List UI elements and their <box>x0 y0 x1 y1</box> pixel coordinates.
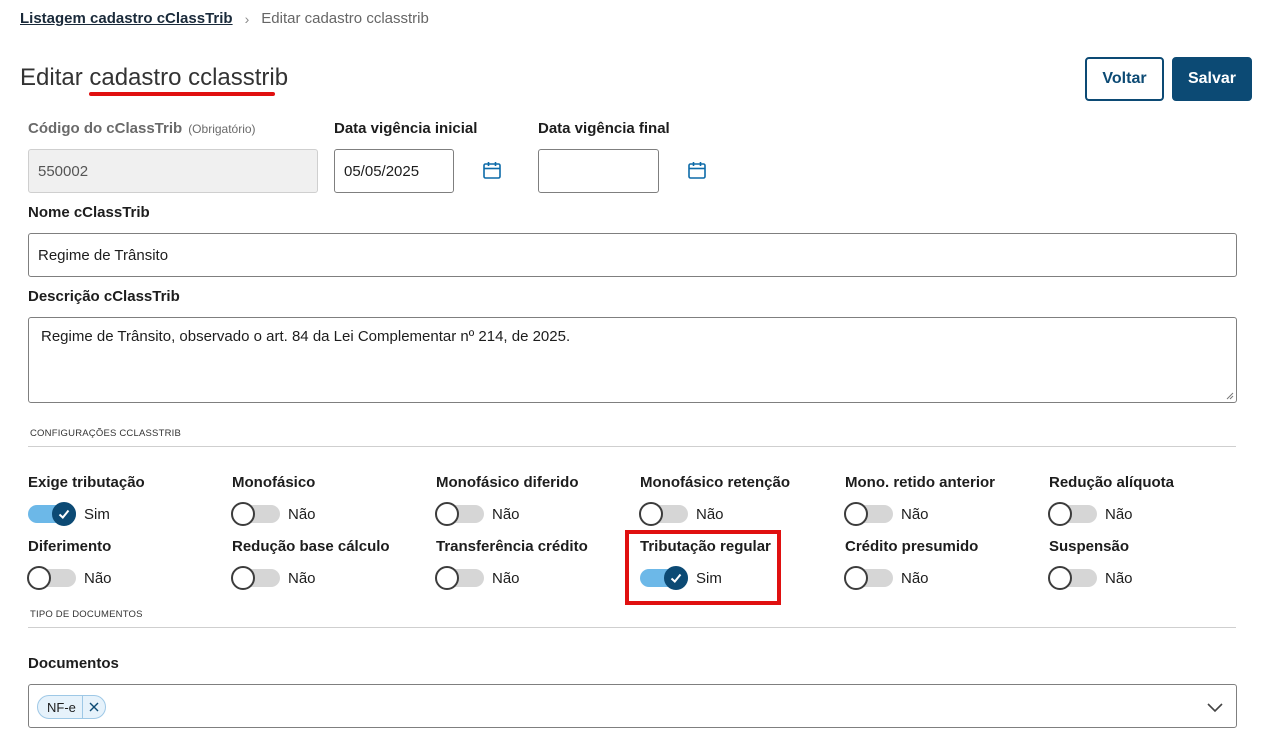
toggle-monofasico-retencao[interactable]: Não <box>639 502 724 526</box>
config-section-title: CONFIGURAÇÕES CCLASSTRIB <box>30 428 182 439</box>
back-button[interactable]: Voltar <box>1085 57 1164 101</box>
toggle-reducao-aliquota[interactable]: Não <box>1048 502 1133 526</box>
descricao-text: Regime de Trânsito, observado o art. 84 … <box>41 328 571 345</box>
chevron-right-icon: › <box>244 10 250 27</box>
descricao-label: Descrição cClassTrib <box>28 288 180 305</box>
config-divider <box>28 446 1236 447</box>
vigencia-inicial-field[interactable]: 05/05/2025 <box>334 149 454 193</box>
toggle-reducao-base-calculo[interactable]: Não <box>231 566 316 590</box>
toggle-knob <box>27 566 51 590</box>
toggle-mono-retido-anterior[interactable]: Não <box>844 502 929 526</box>
toggle-exige-tributacao[interactable]: Sim <box>28 502 110 526</box>
toggle-knob <box>435 566 459 590</box>
calendar-icon[interactable] <box>687 160 707 180</box>
breadcrumb: Listagem cadastro cClassTrib › Editar ca… <box>20 10 429 27</box>
toggle-track <box>231 566 280 590</box>
close-icon[interactable] <box>83 696 105 718</box>
toggle-track <box>1048 566 1097 590</box>
toggle-label-monofasico: Monofásico <box>232 474 316 491</box>
document-chip: NF-e <box>37 695 106 719</box>
toggle-value: Não <box>901 569 929 587</box>
toggle-value: Não <box>84 569 112 587</box>
toggle-value: Não <box>288 505 316 523</box>
toggle-knob <box>435 502 459 526</box>
toggle-track <box>844 502 893 526</box>
toggle-value: Não <box>288 569 316 587</box>
toggle-label-diferimento: Diferimento <box>28 538 112 555</box>
toggle-label-exige-tributacao: Exige tributação <box>28 474 145 491</box>
toggle-label-reducao-aliquota: Redução alíquota <box>1049 474 1175 491</box>
toggle-value: Não <box>696 505 724 523</box>
toggle-track <box>231 502 280 526</box>
toggle-credito-presumido[interactable]: Não <box>844 566 929 590</box>
toggle-track <box>1048 502 1097 526</box>
toggle-value: Não <box>901 505 929 523</box>
toggle-transferencia-credito[interactable]: Não <box>435 566 520 590</box>
toggle-knob <box>52 502 76 526</box>
toggle-knob <box>231 566 255 590</box>
save-button[interactable]: Salvar <box>1172 57 1252 101</box>
documents-divider <box>28 627 1236 628</box>
toggle-label-credito-presumido: Crédito presumido <box>845 538 979 555</box>
documents-section-title: TIPO DE DOCUMENTOS <box>30 609 143 620</box>
toggle-label-reducao-base-calculo: Redução base cálculo <box>232 538 390 555</box>
toggle-knob <box>844 502 868 526</box>
toggle-label-transferencia-credito: Transferência crédito <box>436 538 588 555</box>
resize-handle-icon[interactable] <box>1226 392 1234 400</box>
toggle-label-monofasico-diferido: Monofásico diferido <box>436 474 579 491</box>
toggle-value: Não <box>492 505 520 523</box>
toggle-track <box>844 566 893 590</box>
check-icon <box>58 509 70 519</box>
toggle-monofasico[interactable]: Não <box>231 502 316 526</box>
annotation-underline <box>89 92 275 96</box>
breadcrumb-listagem-link[interactable]: Listagem cadastro cClassTrib <box>20 10 233 27</box>
breadcrumb-current: Editar cadastro cclasstrib <box>261 10 429 27</box>
toggle-track <box>639 502 688 526</box>
toggle-knob <box>639 502 663 526</box>
documentos-label: Documentos <box>28 655 119 672</box>
required-hint: (Obrigatório) <box>188 122 256 136</box>
toggle-track <box>27 566 76 590</box>
codigo-field: 550002 <box>28 149 318 193</box>
toggle-value: Não <box>1105 569 1133 587</box>
codigo-label-text: Código do cClassTrib <box>28 120 183 137</box>
toggle-track <box>28 502 76 526</box>
vigencia-final-field[interactable] <box>538 149 659 193</box>
toggle-knob <box>1048 566 1072 590</box>
toggle-value: Não <box>492 569 520 587</box>
page-title: Editar cadastro cclasstrib <box>20 64 289 91</box>
toggle-label-suspensao: Suspensão <box>1049 538 1130 555</box>
vigencia-final-label: Data vigência final <box>538 120 670 137</box>
toggle-suspensao[interactable]: Não <box>1048 566 1133 590</box>
toggle-monofasico-diferido[interactable]: Não <box>435 502 520 526</box>
calendar-icon[interactable] <box>482 160 502 180</box>
chevron-down-icon[interactable] <box>1206 698 1224 716</box>
descricao-textarea[interactable]: Regime de Trânsito, observado o art. 84 … <box>28 317 1237 403</box>
toggle-label-mono-retido-anterior: Mono. retido anterior <box>845 474 995 491</box>
nome-field[interactable]: Regime de Trânsito <box>28 233 1237 277</box>
toggle-knob <box>844 566 868 590</box>
toggle-knob <box>1048 502 1072 526</box>
document-chip-label: NF-e <box>38 696 83 718</box>
toggle-diferimento[interactable]: Não <box>27 566 112 590</box>
documentos-multiselect[interactable]: NF-e <box>28 684 1237 728</box>
annotation-highlight-box <box>625 530 781 605</box>
codigo-label: Código do cClassTrib (Obrigatório) <box>28 120 256 137</box>
toggle-track <box>435 566 484 590</box>
toggle-track <box>435 502 484 526</box>
toggle-value: Não <box>1105 505 1133 523</box>
toggle-value: Sim <box>84 505 110 523</box>
toggle-knob <box>231 502 255 526</box>
toggle-label-monofasico-retencao: Monofásico retenção <box>640 474 791 491</box>
vigencia-inicial-label: Data vigência inicial <box>334 120 478 137</box>
nome-label: Nome cClassTrib <box>28 204 150 221</box>
